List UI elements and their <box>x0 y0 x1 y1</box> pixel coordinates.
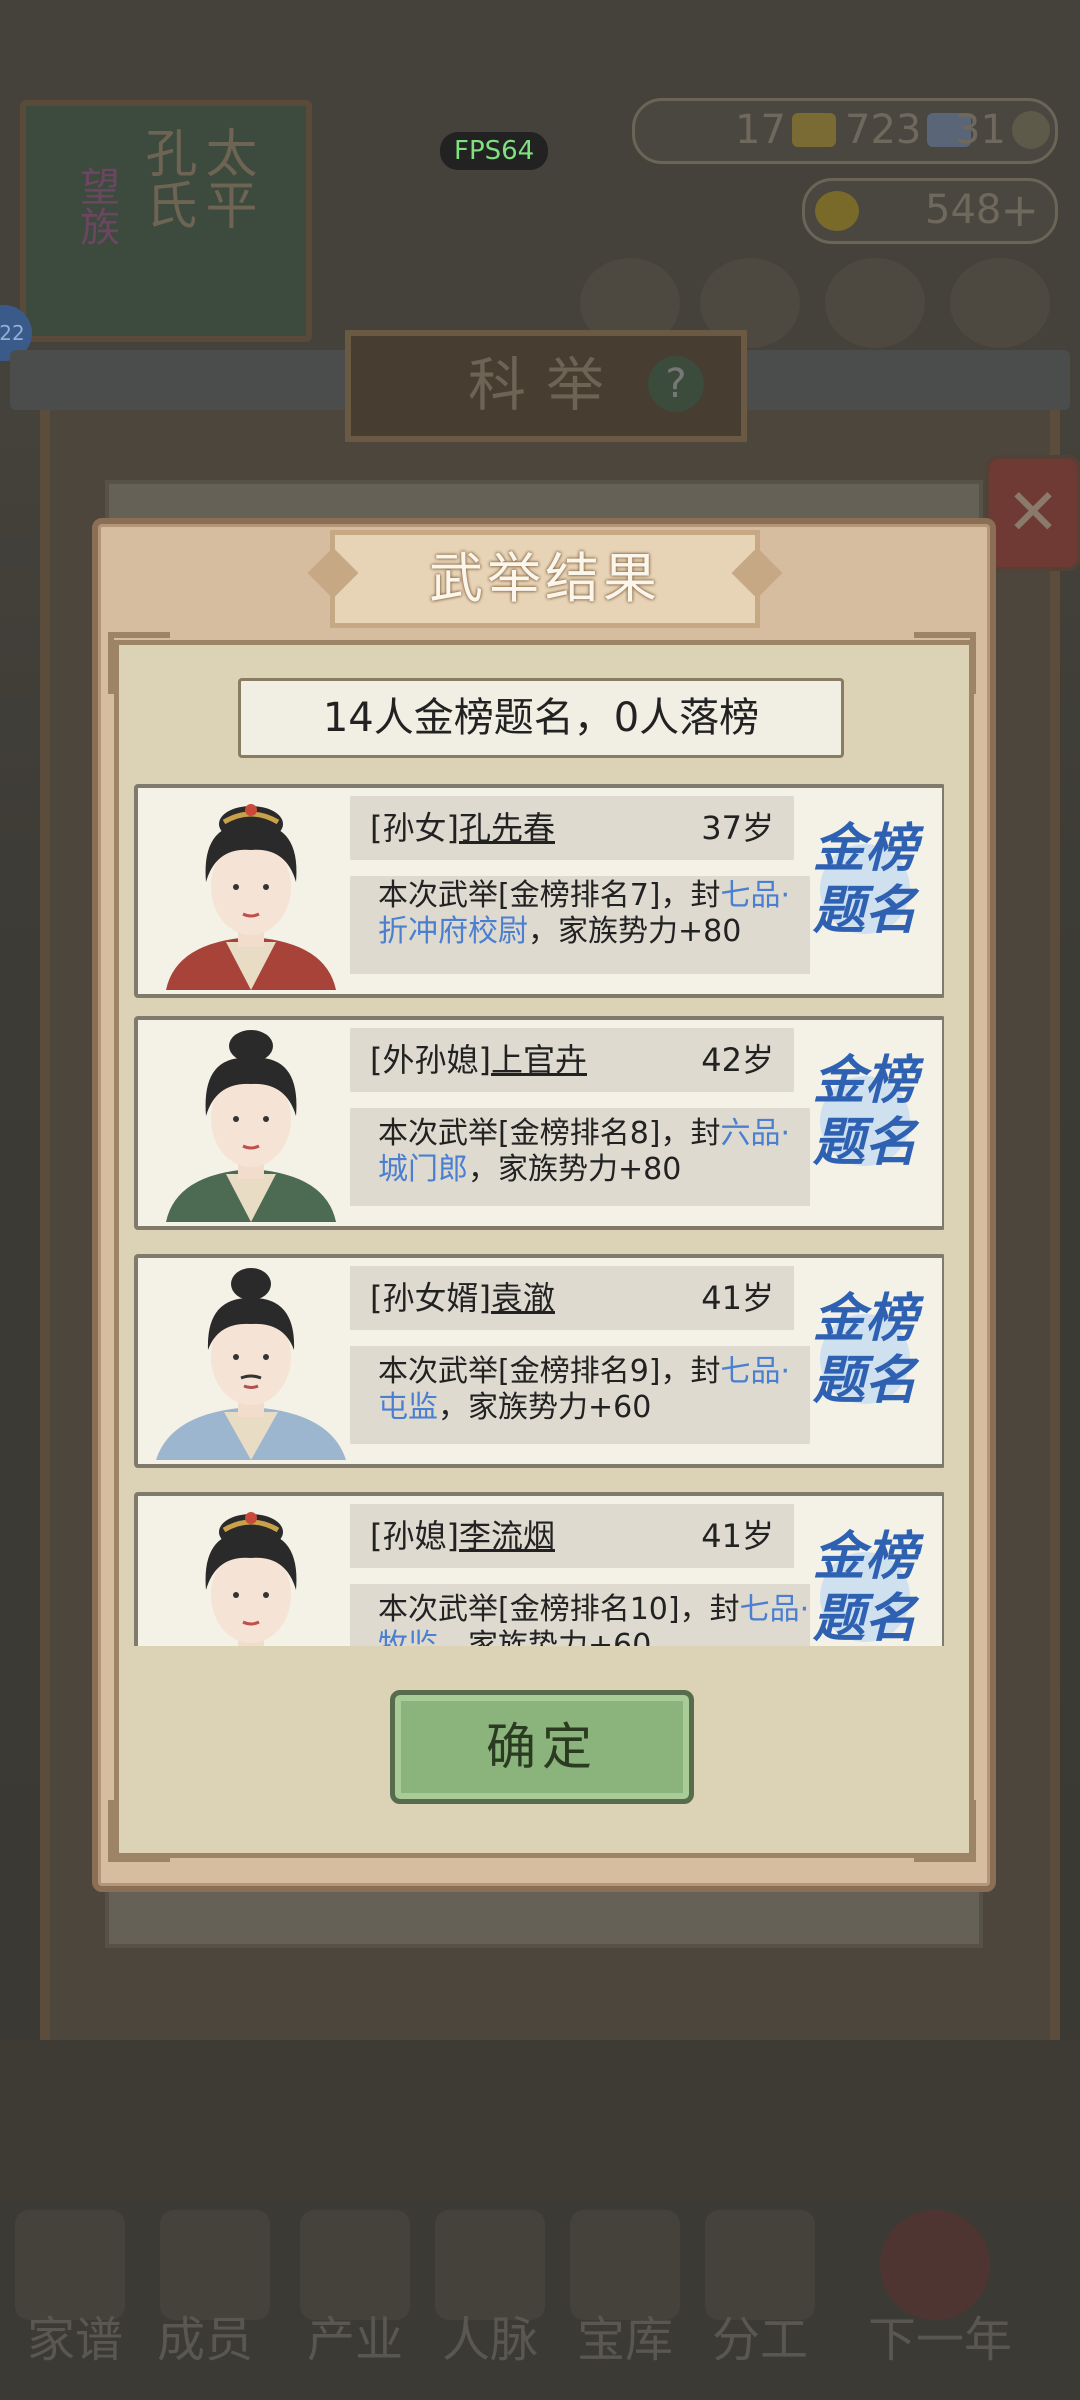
nav-members[interactable]: 成员 <box>140 2300 270 2370</box>
member-age: 37岁 <box>701 809 774 847</box>
desc-prefix: 本次武举[金榜排名10]，封 <box>378 1592 740 1627</box>
member-name[interactable]: [孙女婿]袁澈 <box>370 1266 555 1330</box>
member-relation: [孙媳] <box>370 1517 459 1555</box>
stamp-line-1: 金榜 <box>812 1288 917 1349</box>
banner-text-1: 太平 <box>196 126 256 230</box>
desc-suffix: ，家族势力+60 <box>438 1628 652 1646</box>
nav-division[interactable]: 分工 <box>695 2300 825 2370</box>
stamp-line-2: 题名 <box>812 1588 917 1646</box>
result-card[interactable]: [外孙媳]上官卉 42岁 本次武举[金榜排名8]，封六品·城门郎，家族势力+80… <box>134 1016 944 1230</box>
member-name-link[interactable]: 李流烟 <box>459 1517 555 1555</box>
banner-text-3: 望族 <box>73 166 119 246</box>
member-info: [孙女婿]袁澈 41岁 <box>350 1266 794 1330</box>
member-info: [孙媳]李流烟 41岁 <box>350 1504 794 1568</box>
member-name-link[interactable]: 袁澈 <box>491 1279 555 1317</box>
member-name-link[interactable]: 孔先春 <box>459 809 555 847</box>
member-name[interactable]: [孙媳]李流烟 <box>370 1504 555 1568</box>
exam-result-text: 本次武举[金榜排名7]，封七品·折冲府校尉，家族势力+80 <box>350 876 810 974</box>
member-relation: [孙女] <box>370 809 459 847</box>
stamp-line-1: 金榜 <box>812 1526 917 1587</box>
resource-3-value: 31 <box>955 107 1006 153</box>
banner-text-2: 孔氏 <box>136 126 196 230</box>
member-age: 42岁 <box>701 1041 774 1079</box>
fan-icon <box>825 258 925 348</box>
avatar <box>146 792 356 990</box>
result-card[interactable]: [孙女婿]袁澈 41岁 本次武举[金榜排名9]，封七品·屯监，家族势力+60 金… <box>134 1254 944 1468</box>
desc-suffix: ，家族势力+60 <box>438 1390 652 1425</box>
resource-2: 723 <box>845 107 972 153</box>
resource-3: 31 <box>955 107 1050 153</box>
nav-next-year[interactable]: 下一年 <box>840 2300 1040 2370</box>
stamp-line-2: 题名 <box>812 1350 917 1411</box>
result-card[interactable]: [孙女]孔先春 37岁 本次武举[金榜排名7]，封七品·折冲府校尉，家族势力+8… <box>134 784 944 998</box>
member-info: [外孙媳]上官卉 42岁 <box>350 1028 794 1092</box>
bottom-strip <box>0 2040 1080 2200</box>
jinbang-stamp: 金榜 题名 <box>798 1288 932 1428</box>
resource-1: 17 <box>735 107 836 153</box>
stamp-line-1: 金榜 <box>812 818 917 879</box>
desc-prefix: 本次武举[金榜排名8]，封 <box>378 1116 721 1151</box>
member-relation: [外孙媳] <box>370 1041 491 1079</box>
nav-genealogy[interactable]: 家谱 <box>10 2300 140 2370</box>
stamp-line-1: 金榜 <box>812 1050 917 1111</box>
member-age: 41岁 <box>701 1517 774 1555</box>
member-name[interactable]: [外孙媳]上官卉 <box>370 1028 587 1092</box>
avatar <box>146 1024 356 1222</box>
result-summary: 14人金榜题名，0人落榜 <box>238 678 844 758</box>
stamp-line-2: 题名 <box>812 1112 917 1173</box>
fps-counter: FPS64 <box>440 132 549 170</box>
exam-result-text: 本次武举[金榜排名8]，封六品·城门郎，家族势力+80 <box>350 1108 810 1206</box>
desc-prefix: 本次武举[金榜排名9]，封 <box>378 1354 721 1389</box>
desc-prefix: 本次武举[金榜排名7]，封 <box>378 878 721 913</box>
stamp-text: 金榜 题名 <box>798 818 932 942</box>
result-list[interactable]: [孙女]孔先春 37岁 本次武举[金榜排名7]，封七品·折冲府校尉，家族势力+8… <box>134 784 944 1646</box>
stamp-text: 金榜 题名 <box>798 1526 932 1646</box>
coin-icon <box>1011 111 1050 149</box>
nav-treasury[interactable]: 宝库 <box>560 2300 690 2370</box>
stamp-text: 金榜 题名 <box>798 1288 932 1412</box>
corner-ornament-br <box>914 1800 976 1862</box>
yuanbao-bar[interactable]: 548 + <box>802 178 1058 244</box>
add-icon[interactable]: + <box>1000 183 1039 237</box>
confirm-button[interactable]: 确定 <box>390 1690 694 1804</box>
member-age: 41岁 <box>701 1279 774 1317</box>
member-relation: [孙女婿] <box>370 1279 491 1317</box>
member-name[interactable]: [孙女]孔先春 <box>370 796 555 860</box>
avatar <box>146 1262 356 1460</box>
jinbang-stamp: 金榜 题名 <box>798 1050 932 1190</box>
member-name-link[interactable]: 上官卉 <box>491 1041 587 1079</box>
avatar <box>146 1500 356 1646</box>
stamp-line-2: 题名 <box>812 880 917 941</box>
close-icon[interactable]: ✕ <box>985 455 1080 571</box>
family-banner: 太平 孔氏 望族 <box>20 100 312 342</box>
resource-bar[interactable]: 17 723 31 <box>632 98 1058 164</box>
member-info: [孙女]孔先春 37岁 <box>350 796 794 860</box>
desc-suffix: ，家族势力+80 <box>468 1152 682 1187</box>
nav-industry[interactable]: 产业 <box>290 2300 420 2370</box>
stamp-text: 金榜 题名 <box>798 1050 932 1174</box>
help-icon[interactable]: ? <box>648 356 704 412</box>
corner-ornament-tl <box>108 632 170 694</box>
resource-2-value: 723 <box>845 107 922 153</box>
exam-result-text: 本次武举[金榜排名10]，封七品·牧监，家族势力+60 <box>350 1584 810 1646</box>
desc-suffix: ，家族势力+80 <box>528 914 742 949</box>
result-card[interactable]: [孙媳]李流烟 41岁 本次武举[金榜排名10]，封七品·牧监，家族势力+60 … <box>134 1492 944 1646</box>
resource-1-value: 17 <box>735 107 786 153</box>
nav-network[interactable]: 人脉 <box>425 2300 555 2370</box>
dragon-icon <box>950 258 1050 348</box>
yuanbao-icon <box>815 191 859 231</box>
exam-result-text: 本次武举[金榜排名9]，封七品·屯监，家族势力+60 <box>350 1346 810 1444</box>
jinbang-stamp: 金榜 题名 <box>798 818 932 958</box>
corner-ornament-bl <box>108 1800 170 1862</box>
jinbang-stamp: 金榜 题名 <box>798 1526 932 1646</box>
gold-ingot-icon <box>791 113 836 147</box>
corner-ornament-tr <box>914 632 976 694</box>
yuanbao-value: 548 <box>925 187 1002 233</box>
modal-title: 武举结果 <box>429 547 661 610</box>
